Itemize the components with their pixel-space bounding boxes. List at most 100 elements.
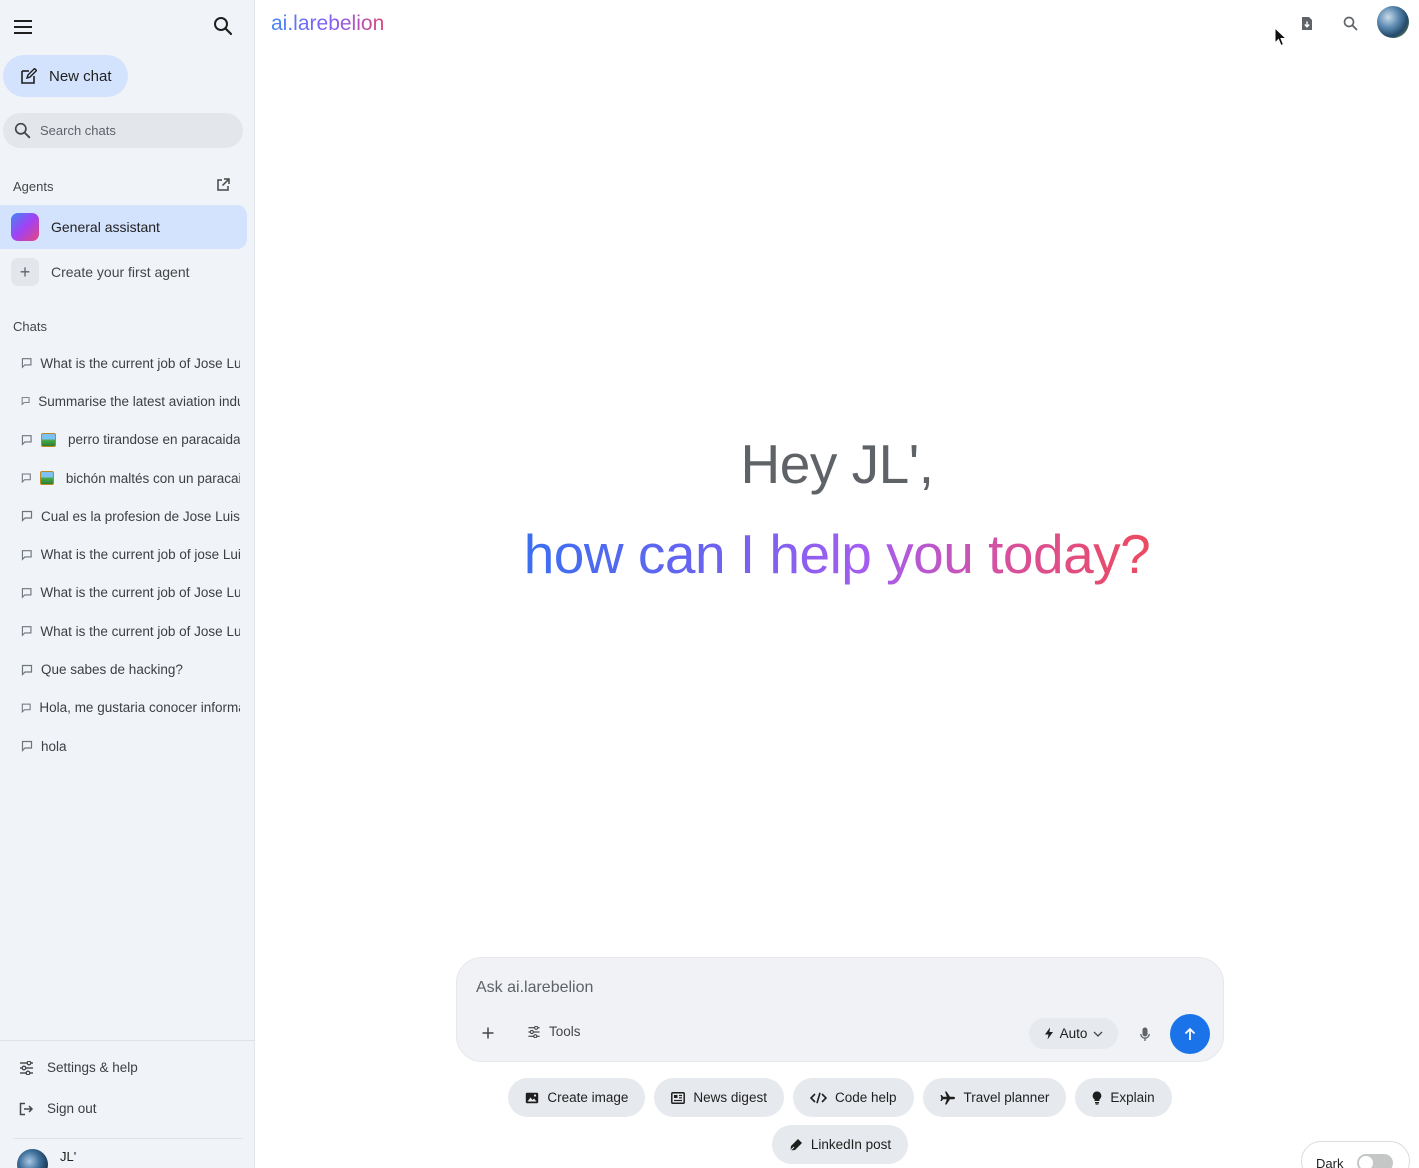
chat-title: Hola, me gustaria conocer informacion	[39, 700, 240, 716]
chat-title: Que sabes de hacking?	[41, 662, 183, 678]
header-search-button[interactable]	[1339, 12, 1361, 34]
agent-item-general-assistant[interactable]: General assistant	[0, 205, 247, 249]
search-icon	[14, 122, 31, 139]
chat-list-item[interactable]: Hola, me gustaria conocer informacion	[0, 689, 240, 727]
menu-button[interactable]	[10, 14, 36, 40]
tools-label: Tools	[549, 1024, 581, 1039]
chip-news-digest[interactable]: News digest	[654, 1078, 784, 1117]
suggestion-chips-row-2: LinkedIn post	[456, 1125, 1224, 1164]
avatar[interactable]	[1377, 6, 1409, 38]
chat-list-item[interactable]: Summarise the latest aviation industry n…	[0, 382, 240, 420]
agent-label: General assistant	[51, 219, 160, 235]
plus-icon	[482, 1027, 494, 1039]
image-icon	[526, 1092, 539, 1103]
plus-icon: +	[11, 258, 39, 286]
pen-icon	[789, 1138, 802, 1151]
chip-explain[interactable]: Explain	[1075, 1078, 1172, 1117]
sidebar: New chat Agents General assistant + Crea…	[0, 0, 255, 1168]
chip-label: Travel planner	[963, 1090, 1050, 1105]
chat-title: Cual es la profesion de Jose Luis	[41, 508, 240, 524]
settings-help-label: Settings & help	[47, 1060, 138, 1075]
search-icon	[214, 17, 233, 36]
sidebar-divider	[13, 1138, 243, 1139]
sign-out-button[interactable]: Sign out	[19, 1101, 97, 1116]
sidebar-divider	[0, 1040, 255, 1041]
chat-list: What is the current job of Jose Luis Sum…	[0, 344, 255, 765]
search-icon	[1343, 16, 1357, 30]
add-attachment-button[interactable]	[478, 1023, 498, 1043]
prompt-composer: Tools Auto	[456, 957, 1224, 1062]
prompt-input[interactable]	[476, 976, 1176, 1000]
chat-bubble-icon	[21, 588, 32, 599]
greeting-question: how can I help you today?	[523, 523, 1151, 585]
agent-avatar	[11, 213, 39, 241]
chat-title: Summarise the latest aviation industry n…	[38, 393, 240, 409]
chevron-down-icon	[1093, 1031, 1103, 1037]
chat-bubble-icon	[21, 549, 32, 561]
hamburger-menu-icon	[14, 20, 32, 34]
avatar	[17, 1149, 48, 1168]
create-agent-button[interactable]: + Create your first agent	[0, 250, 247, 294]
send-button[interactable]	[1170, 1014, 1210, 1054]
user-name: JL'	[60, 1149, 77, 1164]
chip-code-help[interactable]: Code help	[792, 1078, 914, 1117]
mode-select[interactable]: Auto	[1029, 1018, 1118, 1049]
chat-title: What is the current job of Jose Luis	[40, 623, 240, 639]
search-chats-box[interactable]	[3, 113, 243, 148]
chat-bubble-icon	[21, 397, 30, 406]
suggestion-chips: Create image News digest Code help Trave…	[456, 1078, 1224, 1117]
chat-list-item[interactable]: hola	[0, 727, 240, 765]
settings-sliders-icon	[20, 1060, 33, 1075]
download-file-button[interactable]	[1296, 12, 1318, 34]
chat-list-item[interactable]: Que sabes de hacking?	[0, 650, 240, 688]
mouse-cursor-icon	[1274, 27, 1288, 47]
greeting-line-2: how can I help you today?	[255, 522, 1419, 586]
chat-list-item[interactable]: What is the current job of Jose Luis	[0, 612, 240, 650]
mode-label: Auto	[1059, 1026, 1088, 1041]
chat-bubble-icon	[21, 664, 33, 676]
chat-list-item[interactable]: What is the current job of Jose Luis	[0, 344, 240, 382]
tools-sliders-icon	[528, 1025, 540, 1038]
tools-button[interactable]: Tools	[527, 1024, 581, 1039]
dark-mode-label: Dark	[1316, 1156, 1344, 1168]
file-download-icon	[1302, 16, 1312, 30]
chat-list-item[interactable]: What is the current job of Jose Luis	[0, 574, 240, 612]
agents-section-label: Agents	[13, 179, 54, 194]
sign-out-icon	[19, 1102, 34, 1115]
plane-icon	[940, 1091, 955, 1104]
brand-logo-text[interactable]: ai.larebelion	[271, 12, 384, 36]
arrow-up-icon	[1184, 1027, 1196, 1040]
dark-mode-toggle[interactable]: Dark	[1301, 1141, 1410, 1168]
microphone-button[interactable]	[1135, 1024, 1155, 1044]
chip-label: Code help	[834, 1090, 897, 1105]
chip-label: News digest	[693, 1090, 767, 1105]
search-chats-input[interactable]	[40, 123, 220, 138]
bolt-icon	[1044, 1027, 1053, 1040]
code-icon	[809, 1092, 827, 1103]
chat-list-item[interactable]: What is the current job of jose Luis	[0, 535, 240, 573]
chat-bubble-icon	[21, 703, 31, 713]
toggle-switch[interactable]	[1357, 1154, 1394, 1168]
chat-bubble-icon	[21, 511, 33, 523]
chat-title: What is the current job of jose Luis	[40, 547, 240, 563]
chat-bubble-icon	[21, 626, 32, 637]
chat-list-item[interactable]: Cual es la profesion de Jose Luis	[0, 497, 240, 535]
agents-open-external-button[interactable]	[216, 178, 232, 194]
edit-icon	[21, 67, 37, 84]
chat-title: What is the current job of Jose Luis	[40, 585, 240, 601]
new-chat-label: New chat	[49, 67, 112, 85]
chat-bubble-icon	[21, 741, 33, 753]
new-chat-button[interactable]: New chat	[3, 55, 128, 97]
open-external-icon	[217, 178, 230, 191]
chat-bubble-icon	[21, 358, 32, 369]
sidebar-search-button[interactable]	[210, 13, 236, 39]
chip-travel-planner[interactable]: Travel planner	[922, 1078, 1067, 1117]
greeting-name: Hey JL',	[740, 433, 934, 495]
microphone-icon	[1140, 1027, 1150, 1041]
settings-help-button[interactable]: Settings & help	[19, 1060, 138, 1075]
user-profile-row[interactable]: JL'	[17, 1149, 76, 1168]
chip-linkedin-post[interactable]: LinkedIn post	[771, 1125, 909, 1164]
greeting-line-1: Hey JL',	[0, 432, 1419, 496]
chip-create-image[interactable]: Create image	[508, 1078, 646, 1117]
chats-section-label: Chats	[13, 319, 47, 334]
